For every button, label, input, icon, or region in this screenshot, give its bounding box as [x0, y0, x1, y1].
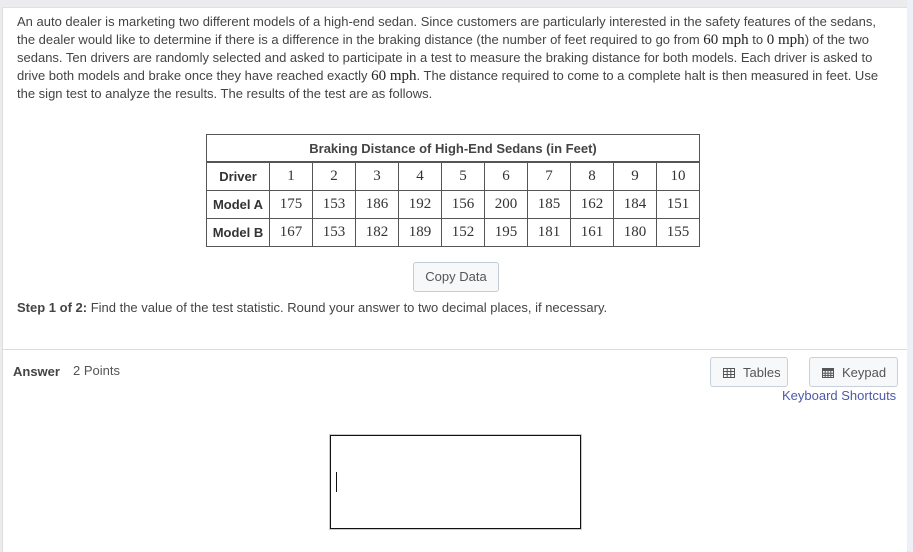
table-icon — [723, 368, 735, 378]
keypad-label: Keypad — [842, 365, 887, 380]
table-cell: 175 — [269, 190, 313, 219]
problem-text: to — [748, 32, 767, 47]
step-text: Find the value of the test statistic. Ro… — [87, 300, 608, 315]
step-instruction: Step 1 of 2: Find the value of the test … — [17, 300, 607, 315]
row-header: Driver — [206, 161, 270, 191]
problem-statement: An auto dealer is marketing two differen… — [17, 13, 897, 103]
speed-to: 0 mph — [766, 32, 805, 48]
tables-label: Tables — [743, 365, 781, 380]
braking-distance-table: Braking Distance of High-End Sedans (in … — [206, 134, 700, 247]
driver-number: 6 — [484, 161, 528, 191]
table-cell: 182 — [355, 218, 399, 247]
calculator-icon — [822, 368, 834, 378]
driver-number: 5 — [441, 161, 485, 191]
table-cell: 152 — [441, 218, 485, 247]
table-cell: 189 — [398, 218, 442, 247]
table-row: Model A 175 153 186 192 156 200 185 162 184 151 — [206, 190, 700, 219]
answer-label: Answer — [13, 364, 60, 379]
tables-button[interactable]: Tables — [710, 357, 788, 387]
table-cell: 161 — [570, 218, 614, 247]
table-header-row: Driver 1 2 3 4 5 6 7 8 9 10 — [206, 161, 700, 191]
driver-number: 4 — [398, 161, 442, 191]
speed-from: 60 mph — [703, 32, 749, 48]
table-cell: 156 — [441, 190, 485, 219]
table-cell: 180 — [613, 218, 657, 247]
table-cell: 181 — [527, 218, 571, 247]
keypad-button[interactable]: Keypad — [809, 357, 898, 387]
table-cell: 151 — [656, 190, 700, 219]
table-cell: 162 — [570, 190, 614, 219]
driver-number: 10 — [656, 161, 700, 191]
answer-input[interactable] — [329, 434, 582, 530]
keyboard-shortcuts-link[interactable]: Keyboard Shortcuts — [782, 388, 896, 403]
table-cell: 155 — [656, 218, 700, 247]
table-row: Model B 167 153 182 189 152 195 181 161 180 155 — [206, 218, 700, 247]
driver-number: 3 — [355, 161, 399, 191]
driver-number: 1 — [269, 161, 313, 191]
step-prefix: Step 1 of 2: — [17, 300, 88, 315]
table-cell: 192 — [398, 190, 442, 219]
table-cell: 184 — [613, 190, 657, 219]
table-cell: 186 — [355, 190, 399, 219]
section-divider — [3, 349, 907, 350]
table-cell: 200 — [484, 190, 528, 219]
question-panel: An auto dealer is marketing two differen… — [2, 7, 908, 552]
table-cell: 153 — [312, 190, 356, 219]
row-header: Model A — [206, 190, 270, 219]
text-cursor — [336, 472, 337, 492]
speed-exact: 60 mph — [371, 68, 417, 84]
table-cell: 153 — [312, 218, 356, 247]
driver-number: 2 — [312, 161, 356, 191]
table-cell: 185 — [527, 190, 571, 219]
driver-number: 9 — [613, 161, 657, 191]
driver-number: 7 — [527, 161, 571, 191]
driver-number: 8 — [570, 161, 614, 191]
scrollbar-track[interactable] — [907, 0, 913, 551]
points-label: 2 Points — [73, 363, 120, 378]
table-cell: 195 — [484, 218, 528, 247]
table-caption: Braking Distance of High-End Sedans (in … — [206, 134, 700, 163]
copy-data-button[interactable]: Copy Data — [413, 262, 499, 292]
row-header: Model B — [206, 218, 270, 247]
table-cell: 167 — [269, 218, 313, 247]
